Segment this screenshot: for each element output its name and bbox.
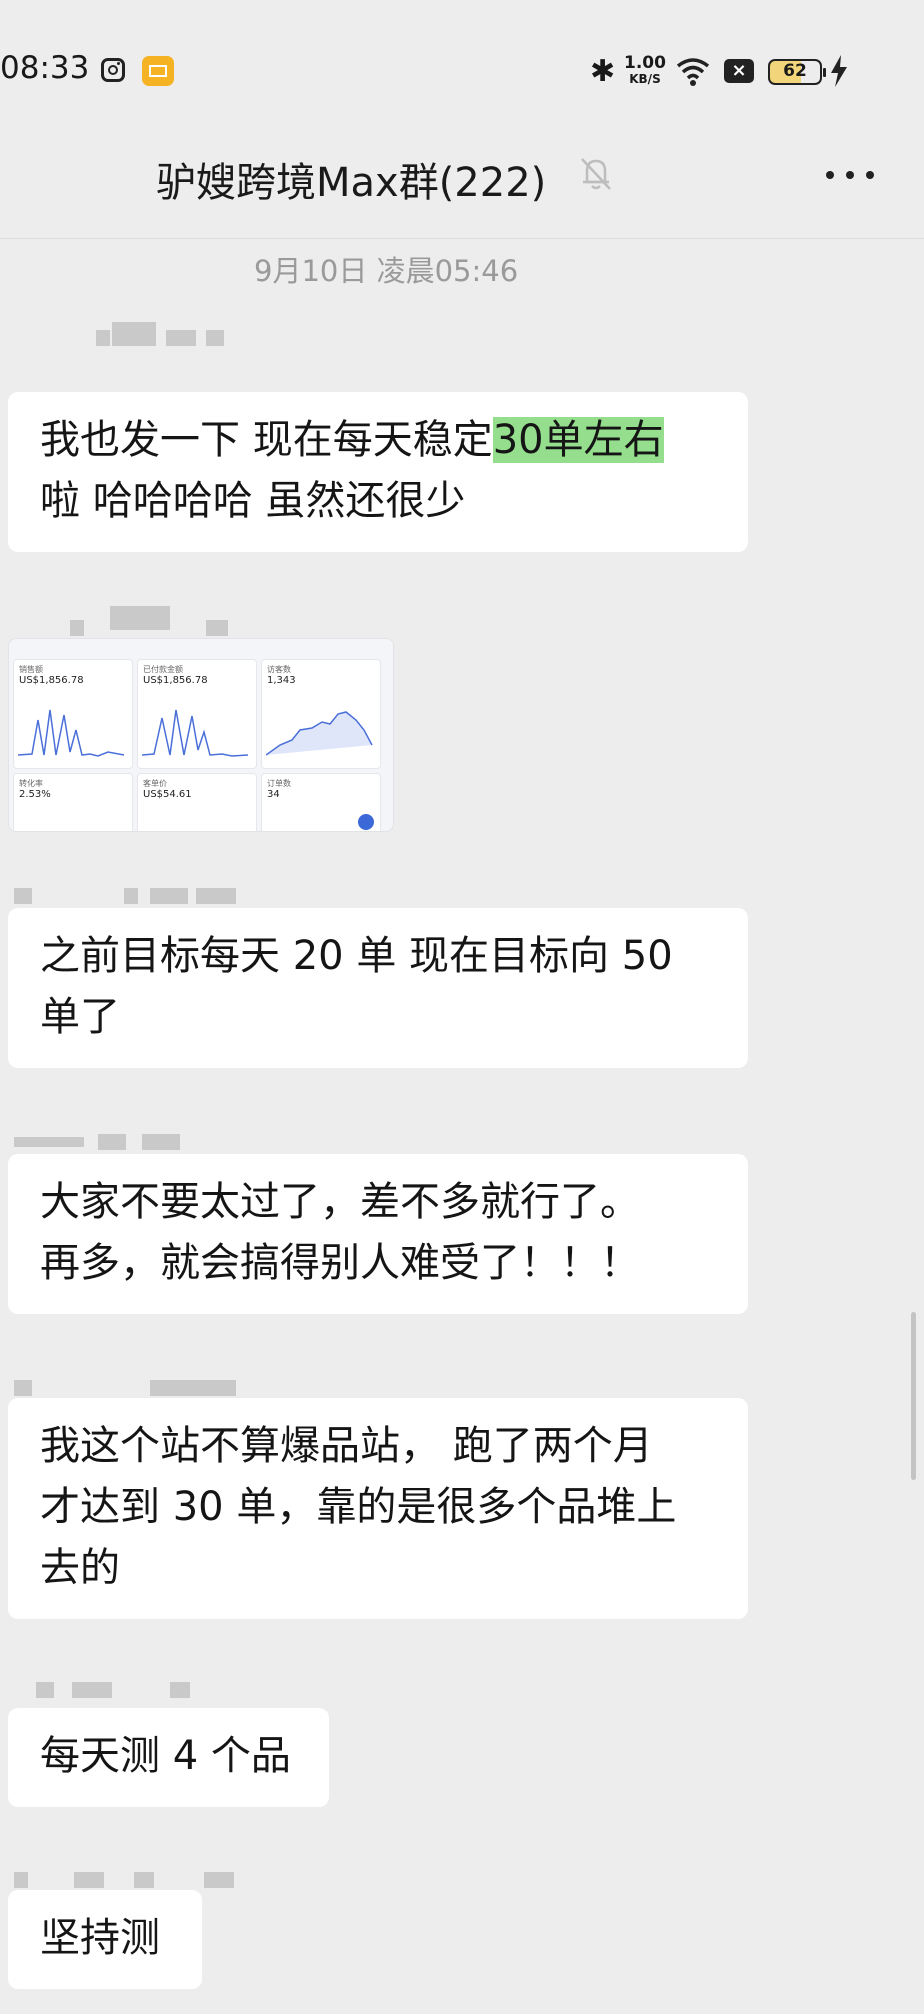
highlighted-text: 30单左右: [492, 417, 664, 463]
tile-label: 客单价: [143, 779, 167, 788]
sender-name: [70, 606, 230, 636]
bluetooth-icon: ✱: [590, 54, 616, 89]
tile-label: 已付款金额: [143, 665, 183, 674]
message-text: 啦 哈哈哈哈 虽然还很少: [40, 478, 466, 524]
message-bubble[interactable]: 坚持测: [8, 1890, 202, 1989]
nav-divider: [0, 238, 924, 239]
wifi-icon: [676, 58, 710, 86]
chart-tile: 客单价 US$54.61: [137, 773, 257, 831]
message-bubble[interactable]: 我这个站不算爆品站， 跑了两个月 才达到 30 单，靠的是很多个品堆上 去的: [8, 1398, 748, 1619]
tile-value: 1,343: [267, 675, 296, 686]
tile-value: 2.53%: [19, 789, 51, 800]
chat-title: 驴嫂跨境Max群(222): [156, 160, 547, 206]
network-speed-unit: KB/S: [629, 72, 661, 86]
instagram-icon: [101, 58, 125, 82]
chart-tile: 订单数 34: [261, 773, 381, 831]
scrollbar[interactable]: [911, 1312, 916, 1480]
message-text: 才达到 30 单，靠的是很多个品堆上: [40, 1484, 677, 1530]
sender-name: [14, 1872, 234, 1888]
message-bubble[interactable]: 我也发一下 现在每天稳定30单左右 啦 哈哈哈哈 虽然还很少: [8, 392, 748, 552]
sender-name: [36, 1682, 196, 1698]
status-time: 08:33: [0, 50, 90, 86]
tile-value: 34: [267, 789, 280, 800]
message-text: 之前目标每天 20 单 现在目标向 50: [40, 933, 673, 979]
sender-name: [14, 888, 236, 904]
sender-name: [14, 1380, 236, 1396]
charging-icon: [831, 55, 847, 87]
image-message[interactable]: 销售额 US$1,856.78 已付款金额 US$1,856.78 访客数 1,…: [8, 638, 394, 832]
floating-badge: [358, 814, 374, 830]
message-text: 每天测 4 个品: [40, 1733, 291, 1779]
message-bubble[interactable]: 每天测 4 个品: [8, 1708, 329, 1807]
message-text: 我也发一下 现在每天稳定: [40, 417, 493, 463]
status-bar: 08:33 ✱ 1.00 KB/S × 62: [0, 0, 924, 140]
chart-tile: 已付款金额 US$1,856.78: [137, 659, 257, 769]
tile-value: US$54.61: [143, 789, 192, 800]
message-text: 再多，就会搞得别人难受了！！！: [40, 1240, 640, 1286]
message-bubble[interactable]: 大家不要太过了，差不多就行了。 再多，就会搞得别人难受了！！！: [8, 1154, 748, 1314]
message-text: 去的: [40, 1545, 120, 1591]
tile-label: 订单数: [267, 779, 291, 788]
chart-tile: 销售额 US$1,856.78: [13, 659, 133, 769]
bell-off-icon: [581, 158, 611, 190]
chart-tile: 访客数 1,343: [261, 659, 381, 769]
x-icon: ×: [724, 59, 754, 83]
tile-label: 访客数: [267, 665, 291, 674]
sender-name: [96, 322, 226, 346]
mail-icon: [142, 56, 174, 86]
sparkline: [18, 709, 125, 757]
sparkline: [266, 711, 373, 756]
message-text: 我这个站不算爆品站， 跑了两个月: [40, 1423, 653, 1469]
message-bubble[interactable]: 之前目标每天 20 单 现在目标向 50 单了: [8, 908, 748, 1068]
tile-value: US$1,856.78: [19, 675, 84, 686]
message-text: 坚持测: [40, 1915, 160, 1961]
tile-label: 转化率: [19, 779, 43, 788]
network-speed-value: 1.00: [624, 53, 666, 73]
more-icon[interactable]: [826, 171, 876, 181]
sender-name: [14, 1134, 180, 1150]
network-speed: 1.00 KB/S: [624, 55, 666, 87]
message-text: 单了: [40, 994, 120, 1040]
message-text: 大家不要太过了，差不多就行了。: [40, 1179, 640, 1225]
battery-icon: 62: [768, 59, 826, 85]
tile-value: US$1,856.78: [143, 675, 208, 686]
tile-label: 销售额: [19, 665, 43, 674]
timestamp-text: 9月10日 凌晨05:46: [254, 254, 519, 288]
sparkline: [142, 709, 249, 757]
battery-level: 62: [783, 61, 807, 81]
chart-tile: 转化率 2.53%: [13, 773, 133, 831]
